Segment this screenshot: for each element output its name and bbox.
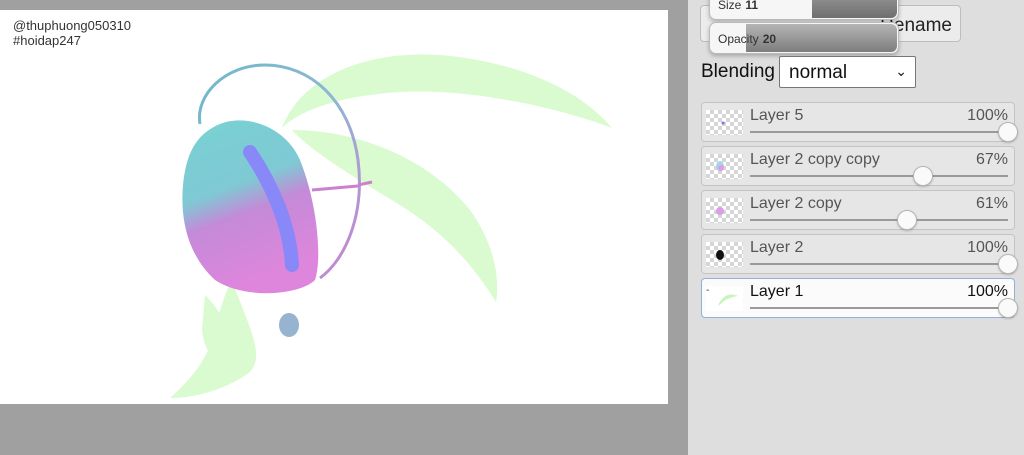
brush-size-slider[interactable]: Size 11 <box>709 0 899 20</box>
brush-opacity-value: 20 <box>762 32 777 46</box>
layer-name: Layer 1 <box>750 283 804 300</box>
layer-thumbnail <box>706 242 743 267</box>
layer-opacity-handle[interactable] <box>912 166 933 186</box>
layer-opacity-slider[interactable] <box>750 210 1008 230</box>
layer-opacity-slider[interactable] <box>750 122 1018 142</box>
layer-name: Layer 5 <box>750 107 804 124</box>
workspace: @thuphuong050310 #hoidap247 <box>0 0 688 455</box>
layer-opacity-value: 100% <box>967 239 1008 256</box>
blending-label: Blending <box>701 61 775 82</box>
layer-opacity-handle[interactable] <box>998 254 1018 274</box>
layer-name: Layer 2 <box>750 239 804 256</box>
brush-size-label: Size 11 <box>718 0 759 12</box>
layer-thumbnail <box>706 198 743 223</box>
outline-stroke <box>311 180 373 192</box>
layer-opacity-slider[interactable] <box>750 254 1018 274</box>
drawing-canvas[interactable]: @thuphuong050310 #hoidap247 <box>0 10 668 404</box>
artwork <box>170 54 612 398</box>
layer-opacity-value: 67% <box>975 151 1008 168</box>
brush-size-value: 11 <box>745 0 759 12</box>
watermark: @thuphuong050310 #hoidap247 <box>13 18 131 48</box>
layer-thumbnail <box>706 154 743 179</box>
layer-opacity-value: 100% <box>967 283 1008 300</box>
watermark-line-2: #hoidap247 <box>13 33 81 48</box>
blending-value: normal <box>789 62 848 83</box>
layer-thumbnail <box>706 110 743 135</box>
layer-opacity-slider[interactable] <box>750 166 1008 186</box>
small-dot <box>279 313 299 337</box>
layer-row[interactable]: - Layer 1 100% <box>701 278 1018 318</box>
layer-name: Layer 2 copy copy <box>750 151 880 168</box>
layer-thumbnail <box>706 286 743 311</box>
layer-opacity-slider[interactable] <box>750 298 1018 318</box>
layer-row[interactable]: Layer 5 100% <box>701 102 1018 142</box>
layer-opacity-value: 61% <box>975 195 1008 212</box>
leaf-shape <box>282 54 612 128</box>
brush-size-fill <box>812 0 897 18</box>
layer-opacity-handle[interactable] <box>897 210 918 230</box>
brush-opacity-slider[interactable]: Opacity 20 <box>709 22 899 54</box>
chevron-down-icon: ⌄ <box>895 63 907 79</box>
brush-opacity-label: Opacity 20 <box>718 32 777 46</box>
layer-name: Layer 2 copy <box>750 195 842 212</box>
layer-row[interactable]: Layer 2 copy 61% <box>701 190 1015 230</box>
layer-opacity-value: 100% <box>967 107 1008 124</box>
layer-row[interactable]: Layer 2 copy copy 67% <box>701 146 1015 186</box>
layer-opacity-handle[interactable] <box>998 122 1018 142</box>
blending-select[interactable]: normal ⌄ <box>779 56 916 88</box>
selected-marker-icon: - <box>706 285 710 296</box>
layer-opacity-handle[interactable] <box>998 298 1018 318</box>
layer-row[interactable]: Layer 2 100% <box>701 234 1018 274</box>
watermark-line-1: @thuphuong050310 <box>13 18 132 33</box>
